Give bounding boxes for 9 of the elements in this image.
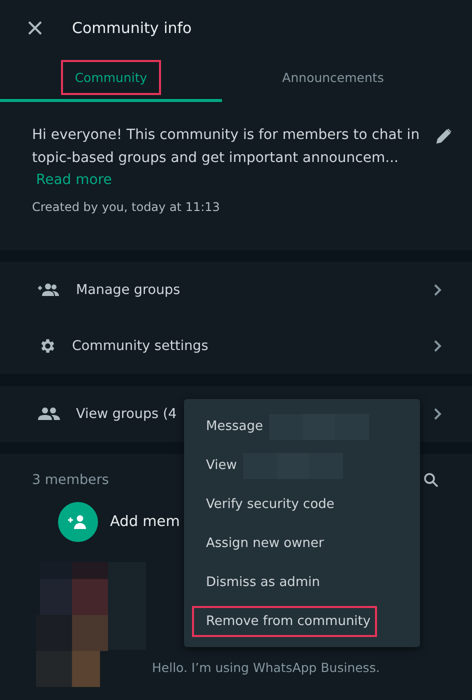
member-count: 3 members	[32, 472, 109, 488]
row-label: Community settings	[72, 338, 210, 354]
panel-title: Community info	[72, 19, 192, 37]
created-info: Created by you, today at 11:13	[32, 200, 221, 214]
add-member-label: Add mem	[110, 514, 180, 530]
row-label: Manage groups	[76, 282, 182, 298]
row-label: View groups (4	[76, 406, 178, 422]
member-status: Hello. I’m using WhatsApp Business.	[152, 660, 380, 677]
community-description: Hi everyone! This community is for members to chat in topic-based groups and get important announcem...	[32, 126, 421, 168]
